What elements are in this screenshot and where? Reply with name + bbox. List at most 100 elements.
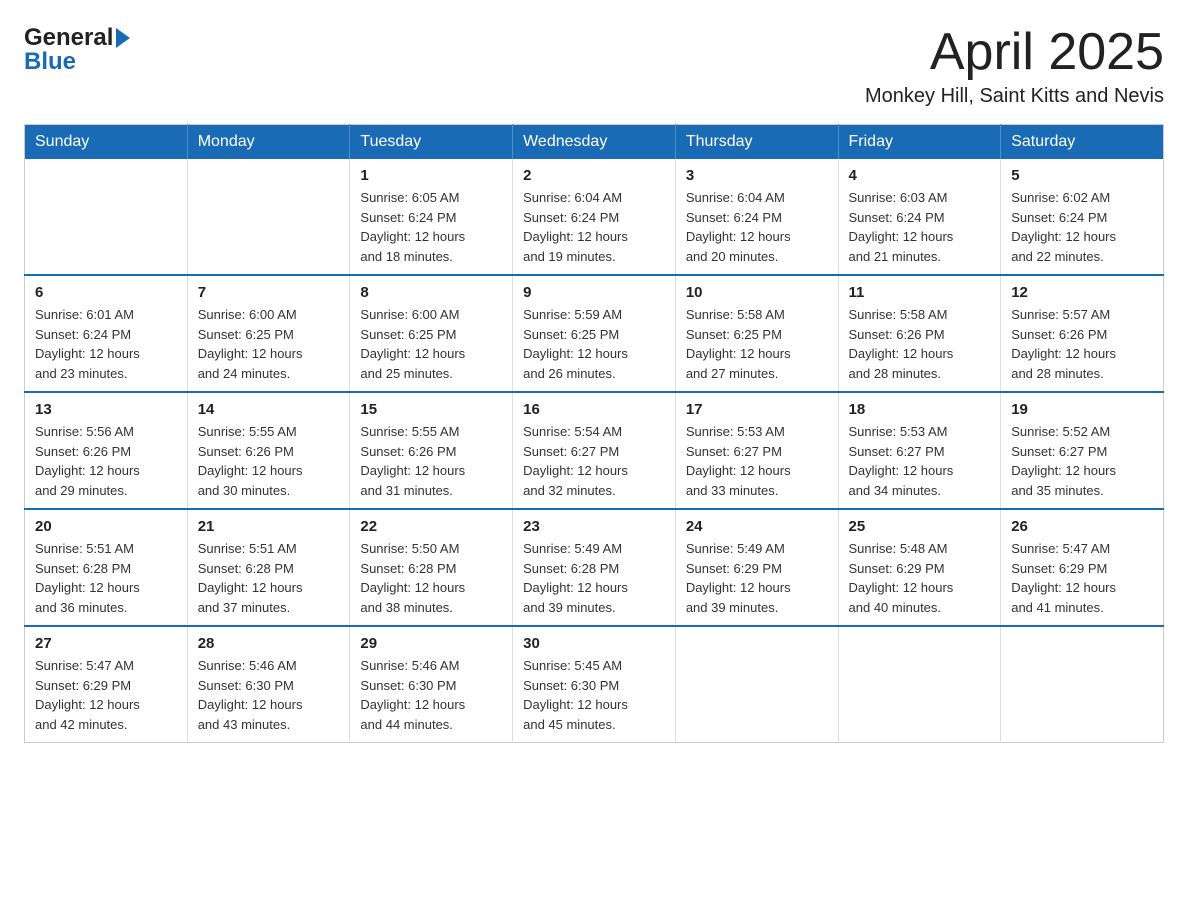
day-number: 29 [360,635,502,652]
logo-triangle-icon [116,28,130,48]
day-number: 14 [198,401,340,418]
logo: General Blue [24,24,130,76]
day-number: 15 [360,401,502,418]
day-number: 8 [360,284,502,301]
day-info: Sunrise: 6:03 AMSunset: 6:24 PMDaylight:… [849,190,954,264]
day-number: 28 [198,635,340,652]
calendar-cell: 30Sunrise: 5:45 AMSunset: 6:30 PMDayligh… [513,626,676,743]
calendar-cell: 20 Sunrise: 5:51 AMSunset: 6:28 PMDayligh… [25,509,188,626]
day-number: 21 [198,518,340,535]
day-number: 2 [523,167,665,184]
day-info: Sunrise: 6:01 AMSunset: 6:24 PMDaylight:… [35,307,140,381]
day-info: Sunrise: 6:02 AMSunset: 6:24 PMDaylight:… [1011,190,1116,264]
calendar-cell: 26 Sunrise: 5:47 AMSunset: 6:29 PMDayligh… [1001,509,1164,626]
day-number: 24 [686,518,828,535]
calendar-cell: 16Sunrise: 5:54 AMSunset: 6:27 PMDayligh… [513,392,676,509]
day-number: 22 [360,518,502,535]
day-number: 1 [360,167,502,184]
calendar-table: Sunday Monday Tuesday Wednesday Thursday… [24,124,1164,743]
calendar-cell: 15 Sunrise: 5:55 AMSunset: 6:26 PMDayligh… [350,392,513,509]
header-right: April 2025 Monkey Hill, Saint Kitts and … [865,24,1164,108]
calendar-cell: 24Sunrise: 5:49 AMSunset: 6:29 PMDayligh… [675,509,838,626]
header-friday: Friday [838,125,1001,160]
day-info: Sunrise: 5:55 AMSunset: 6:26 PMDaylight:… [198,424,303,498]
calendar-cell: 14 Sunrise: 5:55 AMSunset: 6:26 PMDayligh… [187,392,350,509]
day-number: 17 [686,401,828,418]
calendar-cell: 23 Sunrise: 5:49 AMSunset: 6:28 PMDayligh… [513,509,676,626]
calendar-cell [838,626,1001,743]
day-number: 16 [523,401,665,418]
calendar-cell [187,159,350,275]
day-info: Sunrise: 5:51 AMSunset: 6:28 PMDaylight:… [35,541,140,615]
day-number: 26 [1011,518,1153,535]
calendar-cell: 13 Sunrise: 5:56 AMSunset: 6:26 PMDayligh… [25,392,188,509]
calendar-cell: 12 Sunrise: 5:57 AMSunset: 6:26 PMDayligh… [1001,275,1164,392]
day-info: Sunrise: 5:48 AMSunset: 6:29 PMDaylight:… [849,541,954,615]
day-info: Sunrise: 5:50 AMSunset: 6:28 PMDaylight:… [360,541,465,615]
day-info: Sunrise: 5:53 AMSunset: 6:27 PMDaylight:… [686,424,791,498]
calendar-cell: 28 Sunrise: 5:46 AMSunset: 6:30 PMDayligh… [187,626,350,743]
calendar-cell: 11 Sunrise: 5:58 AMSunset: 6:26 PMDayligh… [838,275,1001,392]
calendar-cell: 29 Sunrise: 5:46 AMSunset: 6:30 PMDayligh… [350,626,513,743]
day-info: Sunrise: 5:58 AMSunset: 6:25 PMDaylight:… [686,307,791,381]
day-number: 25 [849,518,991,535]
calendar-week-2: 6Sunrise: 6:01 AMSunset: 6:24 PMDaylight… [25,275,1164,392]
day-number: 20 [35,518,177,535]
day-info: Sunrise: 5:58 AMSunset: 6:26 PMDaylight:… [849,307,954,381]
day-info: Sunrise: 5:59 AMSunset: 6:25 PMDaylight:… [523,307,628,381]
calendar-cell: 10 Sunrise: 5:58 AMSunset: 6:25 PMDayligh… [675,275,838,392]
day-number: 11 [849,284,991,301]
header-saturday: Saturday [1001,125,1164,160]
calendar-cell: 21 Sunrise: 5:51 AMSunset: 6:28 PMDayligh… [187,509,350,626]
day-number: 3 [686,167,828,184]
day-info: Sunrise: 5:47 AMSunset: 6:29 PMDaylight:… [35,658,140,732]
day-info: Sunrise: 6:04 AMSunset: 6:24 PMDaylight:… [686,190,791,264]
calendar-cell: 1 Sunrise: 6:05 AMSunset: 6:24 PMDaylight… [350,159,513,275]
calendar-cell: 5 Sunrise: 6:02 AMSunset: 6:24 PMDaylight… [1001,159,1164,275]
day-info: Sunrise: 6:04 AMSunset: 6:24 PMDaylight:… [523,190,628,264]
day-info: Sunrise: 6:05 AMSunset: 6:24 PMDaylight:… [360,190,465,264]
page-header: General Blue April 2025 Monkey Hill, Sai… [24,24,1164,108]
day-number: 10 [686,284,828,301]
day-info: Sunrise: 5:56 AMSunset: 6:26 PMDaylight:… [35,424,140,498]
calendar-cell: 22 Sunrise: 5:50 AMSunset: 6:28 PMDayligh… [350,509,513,626]
calendar-cell: 4 Sunrise: 6:03 AMSunset: 6:24 PMDaylight… [838,159,1001,275]
day-number: 4 [849,167,991,184]
calendar-cell: 19Sunrise: 5:52 AMSunset: 6:27 PMDayligh… [1001,392,1164,509]
calendar-header-row: Sunday Monday Tuesday Wednesday Thursday… [25,125,1164,160]
calendar-week-3: 13 Sunrise: 5:56 AMSunset: 6:26 PMDayligh… [25,392,1164,509]
logo-blue-text: Blue [24,48,76,76]
day-info: Sunrise: 5:46 AMSunset: 6:30 PMDaylight:… [198,658,303,732]
day-info: Sunrise: 5:46 AMSunset: 6:30 PMDaylight:… [360,658,465,732]
header-tuesday: Tuesday [350,125,513,160]
day-number: 12 [1011,284,1153,301]
calendar-cell: 3 Sunrise: 6:04 AMSunset: 6:24 PMDaylight… [675,159,838,275]
calendar-week-1: 1 Sunrise: 6:05 AMSunset: 6:24 PMDaylight… [25,159,1164,275]
location-title: Monkey Hill, Saint Kitts and Nevis [865,85,1164,108]
day-number: 9 [523,284,665,301]
day-info: Sunrise: 5:49 AMSunset: 6:28 PMDaylight:… [523,541,628,615]
month-title: April 2025 [865,24,1164,81]
day-info: Sunrise: 6:00 AMSunset: 6:25 PMDaylight:… [198,307,303,381]
day-info: Sunrise: 5:57 AMSunset: 6:26 PMDaylight:… [1011,307,1116,381]
day-number: 30 [523,635,665,652]
calendar-cell: 6Sunrise: 6:01 AMSunset: 6:24 PMDaylight… [25,275,188,392]
calendar-cell: 25 Sunrise: 5:48 AMSunset: 6:29 PMDayligh… [838,509,1001,626]
calendar-cell [675,626,838,743]
day-number: 27 [35,635,177,652]
day-info: Sunrise: 5:55 AMSunset: 6:26 PMDaylight:… [360,424,465,498]
day-number: 23 [523,518,665,535]
header-sunday: Sunday [25,125,188,160]
day-number: 13 [35,401,177,418]
calendar-cell [25,159,188,275]
header-wednesday: Wednesday [513,125,676,160]
day-number: 5 [1011,167,1153,184]
calendar-week-4: 20 Sunrise: 5:51 AMSunset: 6:28 PMDayligh… [25,509,1164,626]
calendar-cell: 18Sunrise: 5:53 AMSunset: 6:27 PMDayligh… [838,392,1001,509]
calendar-cell: 17 Sunrise: 5:53 AMSunset: 6:27 PMDayligh… [675,392,838,509]
calendar-cell: 9 Sunrise: 5:59 AMSunset: 6:25 PMDaylight… [513,275,676,392]
day-info: Sunrise: 5:47 AMSunset: 6:29 PMDaylight:… [1011,541,1116,615]
day-info: Sunrise: 5:51 AMSunset: 6:28 PMDaylight:… [198,541,303,615]
calendar-cell [1001,626,1164,743]
day-info: Sunrise: 5:52 AMSunset: 6:27 PMDaylight:… [1011,424,1116,498]
